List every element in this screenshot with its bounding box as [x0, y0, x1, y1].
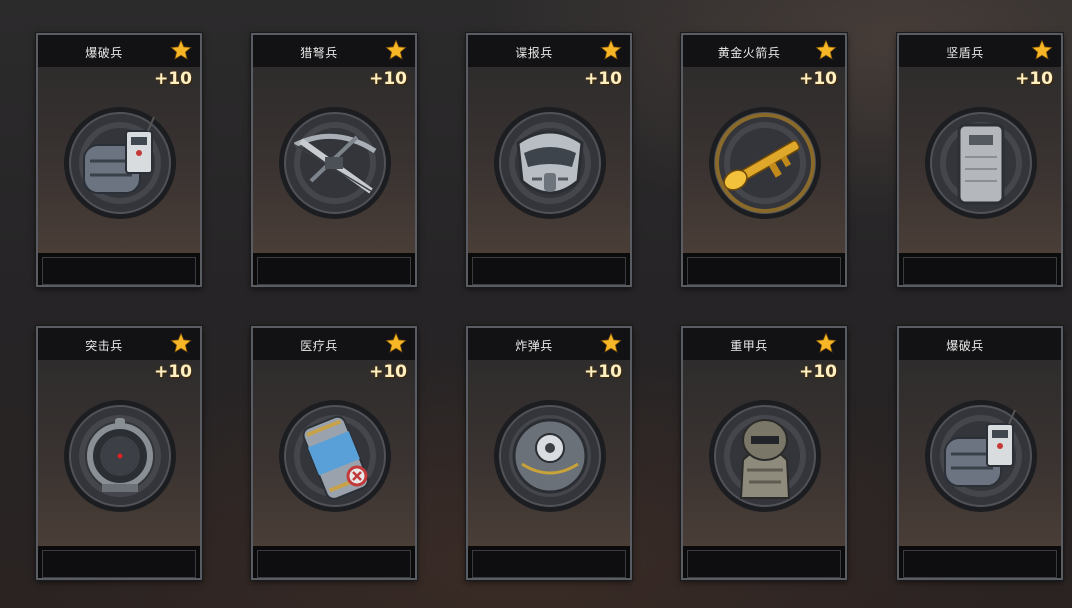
sphere-bomb-icon	[492, 398, 608, 514]
card-body: +10	[253, 360, 415, 572]
upgrade-level: +10	[799, 362, 837, 382]
card-body: +10	[683, 67, 845, 279]
card-footer-slot	[687, 257, 841, 285]
card-title: 爆破兵	[946, 339, 984, 353]
upgrade-level: +10	[584, 69, 622, 89]
card-body: +10	[683, 360, 845, 572]
soldier-card[interactable]: 医疗兵 +10	[251, 326, 417, 580]
card-footer-slot	[903, 257, 1057, 285]
c4-bomb-icon	[923, 398, 1039, 514]
upgrade-level: +10	[1015, 69, 1053, 89]
card-header: 猎弩兵	[253, 35, 415, 67]
card-header: 爆破兵	[899, 328, 1061, 360]
soldier-card[interactable]: 重甲兵 +10	[681, 326, 847, 580]
star-icon	[1031, 39, 1053, 61]
soldier-card[interactable]: 猎弩兵 +10	[251, 33, 417, 287]
card-body: +10	[468, 67, 630, 279]
mask-icon	[492, 105, 608, 221]
card-header: 爆破兵	[38, 35, 200, 67]
card-title: 炸弹兵	[515, 339, 553, 353]
c4-bomb-icon	[62, 105, 178, 221]
crossbow-icon	[277, 105, 393, 221]
card-header: 突击兵	[38, 328, 200, 360]
card-header: 黄金火箭兵	[683, 35, 845, 67]
card-title: 医疗兵	[300, 339, 338, 353]
scope-icon	[62, 398, 178, 514]
card-footer-slot	[472, 257, 626, 285]
rpg-launcher-icon	[707, 105, 823, 221]
card-header: 重甲兵	[683, 328, 845, 360]
upgrade-level: +10	[799, 69, 837, 89]
card-footer-slot	[257, 550, 411, 578]
card-footer-slot	[903, 550, 1057, 578]
card-footer-slot	[257, 257, 411, 285]
medkit-canister-icon	[277, 398, 393, 514]
card-title: 重甲兵	[730, 339, 768, 353]
soldier-card[interactable]: 谍报兵 +10	[466, 33, 632, 287]
soldier-card[interactable]: 突击兵 +10	[36, 326, 202, 580]
upgrade-level: +10	[154, 69, 192, 89]
star-icon	[385, 39, 407, 61]
card-footer-slot	[472, 550, 626, 578]
card-body: +10	[468, 360, 630, 572]
shield-icon	[923, 105, 1039, 221]
card-body: +10	[899, 67, 1061, 279]
star-icon	[170, 332, 192, 354]
card-title: 谍报兵	[515, 46, 553, 60]
star-icon	[815, 332, 837, 354]
card-title: 黄金火箭兵	[717, 46, 781, 60]
upgrade-level: +10	[369, 69, 407, 89]
card-footer-slot	[687, 550, 841, 578]
card-body: +10	[253, 67, 415, 279]
card-title: 爆破兵	[85, 46, 123, 60]
card-header: 炸弹兵	[468, 328, 630, 360]
card-body: +10	[38, 360, 200, 572]
card-footer-slot	[42, 550, 196, 578]
card-header: 谍报兵	[468, 35, 630, 67]
card-title: 猎弩兵	[300, 46, 338, 60]
card-header: 医疗兵	[253, 328, 415, 360]
card-body	[899, 360, 1061, 572]
star-icon	[815, 39, 837, 61]
soldier-card[interactable]: 爆破兵	[897, 326, 1063, 580]
soldier-card[interactable]: 爆破兵 +10	[36, 33, 202, 287]
star-icon	[600, 332, 622, 354]
card-body: +10	[38, 67, 200, 279]
soldier-card[interactable]: 黄金火箭兵 +10	[681, 33, 847, 287]
card-title: 突击兵	[85, 339, 123, 353]
upgrade-level: +10	[584, 362, 622, 382]
heavy-armor-icon	[707, 398, 823, 514]
star-icon	[385, 332, 407, 354]
soldier-card[interactable]: 炸弹兵 +10	[466, 326, 632, 580]
upgrade-level: +10	[154, 362, 192, 382]
game-screen: { "cards": [ {"title": "爆破兵", "level": "…	[0, 0, 1072, 608]
upgrade-level: +10	[369, 362, 407, 382]
card-header: 坚盾兵	[899, 35, 1061, 67]
card-title: 坚盾兵	[946, 46, 984, 60]
star-icon	[600, 39, 622, 61]
card-footer-slot	[42, 257, 196, 285]
soldier-card[interactable]: 坚盾兵 +10	[897, 33, 1063, 287]
star-icon	[170, 39, 192, 61]
